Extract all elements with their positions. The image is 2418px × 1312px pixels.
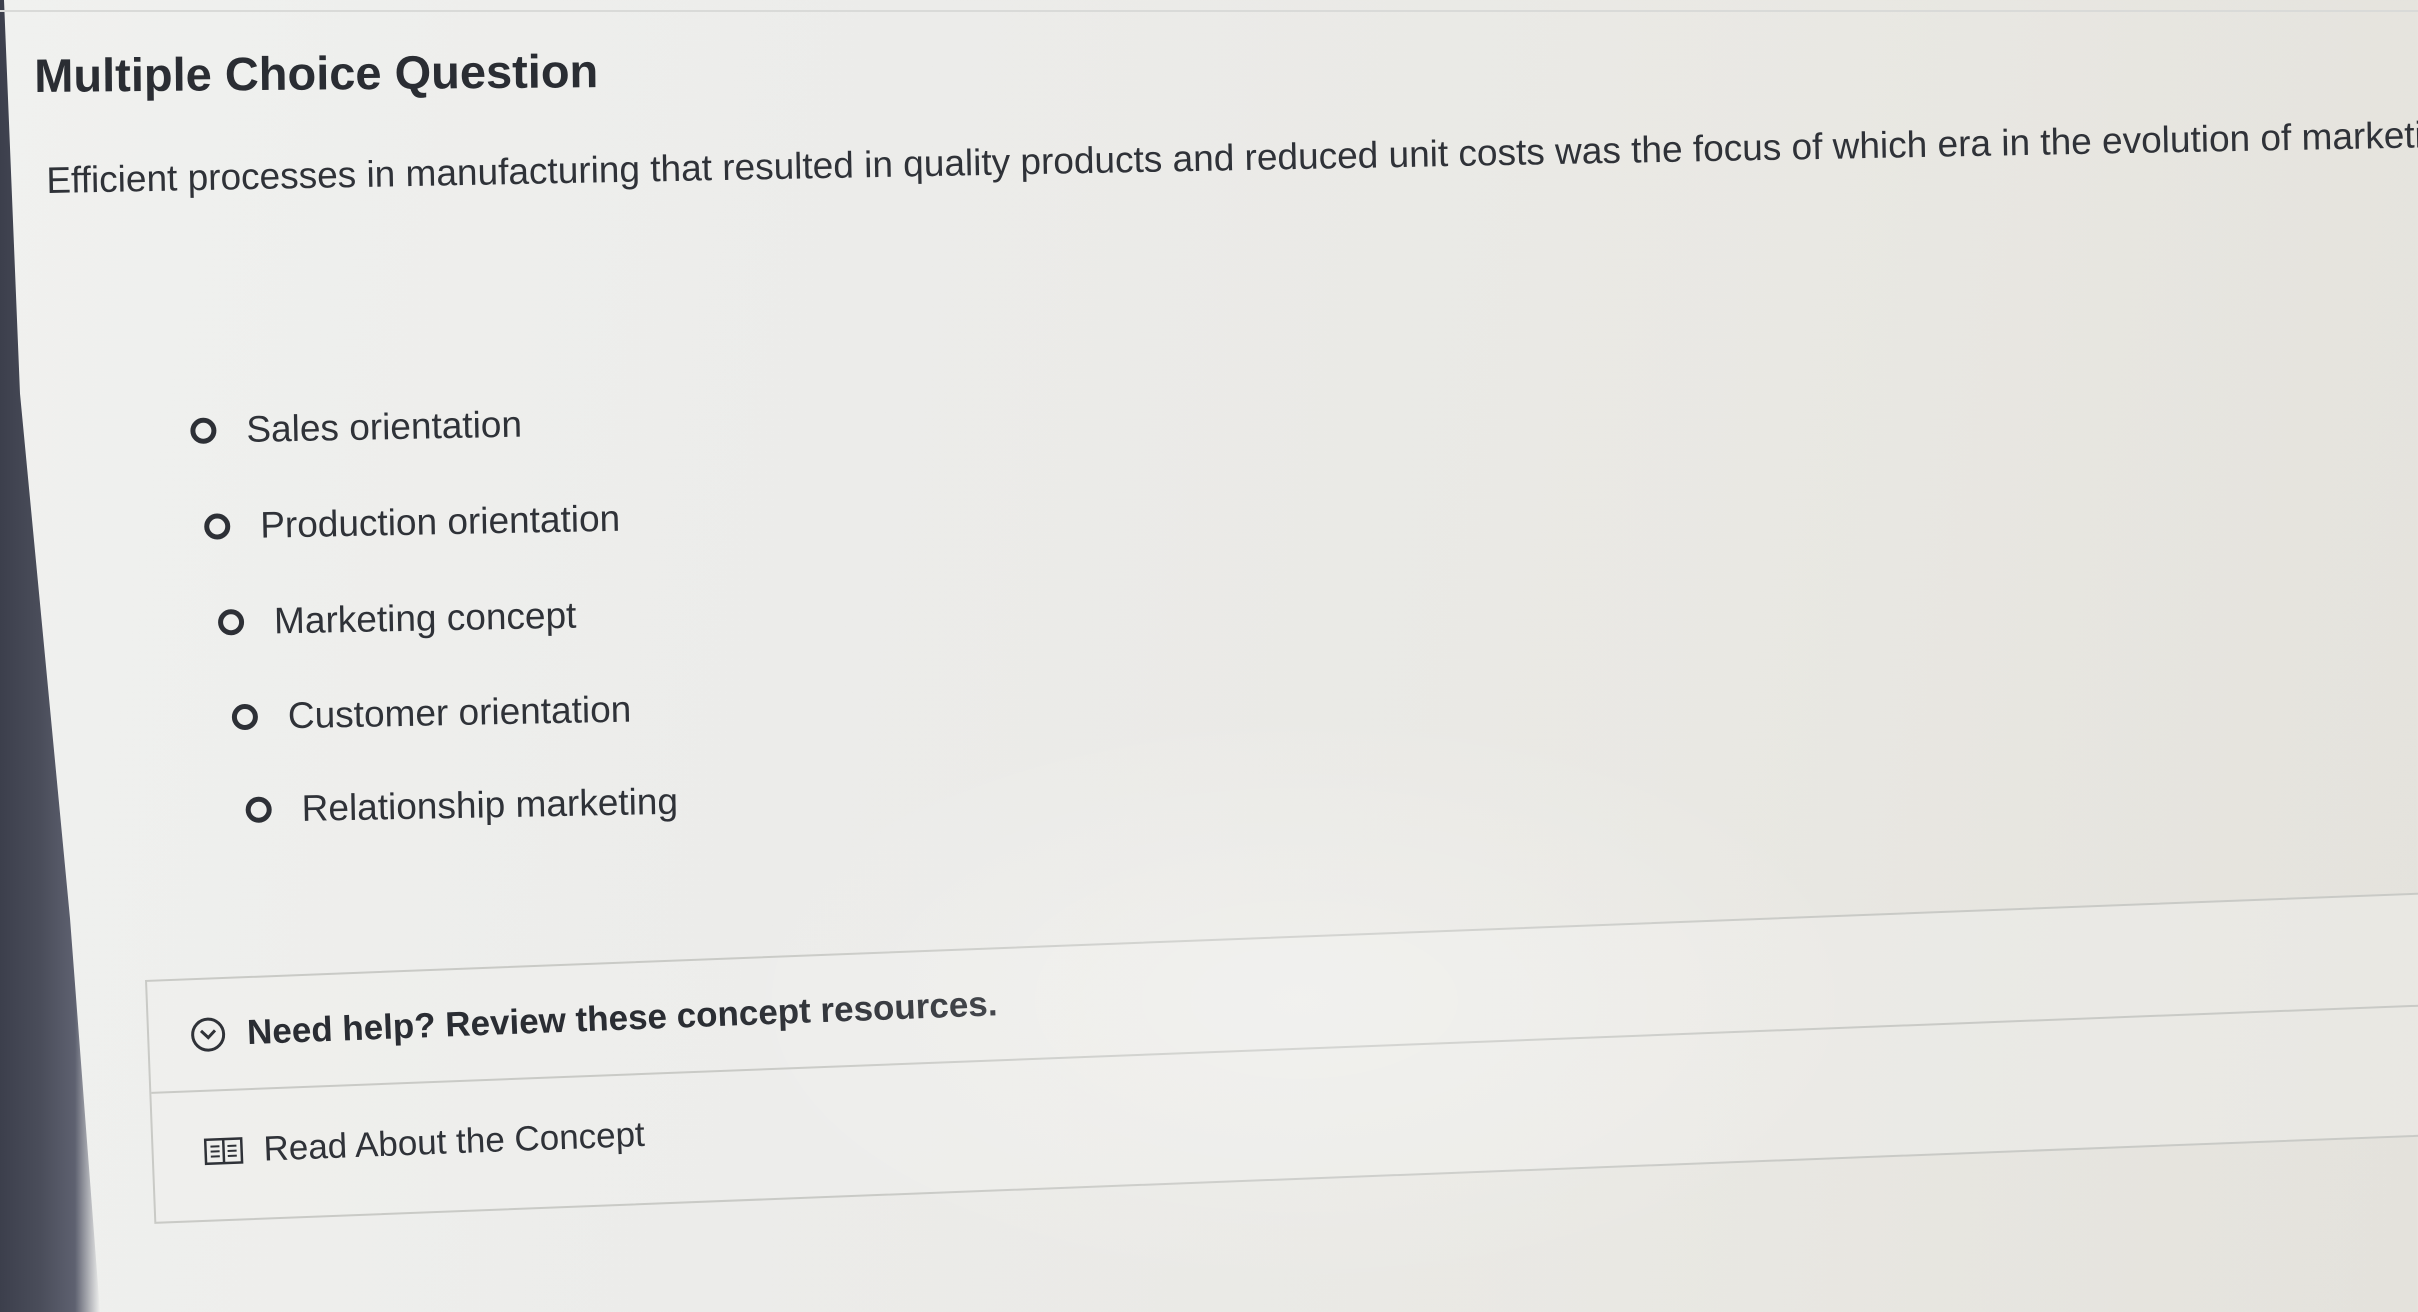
option-sales-orientation[interactable]: Sales orientation	[190, 404, 522, 452]
radio-unselected-icon[interactable]	[231, 703, 259, 731]
radio-unselected-icon[interactable]	[190, 417, 217, 444]
option-production-orientation[interactable]: Production orientation	[203, 497, 621, 548]
concept-resources-panel: Need help? Review these concept resource…	[145, 890, 2418, 1224]
option-relationship-marketing[interactable]: Relationship marketing	[245, 781, 678, 831]
option-label: Marketing concept	[273, 594, 577, 642]
option-label: Sales orientation	[245, 403, 523, 450]
read-about-concept-label: Read About the Concept	[262, 1114, 646, 1169]
radio-unselected-icon[interactable]	[245, 796, 272, 824]
chevron-down-circle-icon[interactable]	[190, 1016, 226, 1053]
book-icon	[203, 1137, 244, 1166]
option-marketing-concept[interactable]: Marketing concept	[217, 594, 577, 644]
option-label: Customer orientation	[287, 688, 632, 737]
question-panel: Multiple Choice Question Efficient proce…	[0, 0, 2418, 1312]
top-divider	[0, 10, 2418, 12]
help-title: Need help? Review these concept resource…	[246, 984, 999, 1053]
page-title: Multiple Choice Question	[34, 44, 599, 102]
option-customer-orientation[interactable]: Customer orientation	[231, 688, 632, 739]
option-label: Production orientation	[259, 497, 621, 546]
question-prompt: Efficient processes in manufacturing tha…	[46, 114, 2418, 201]
option-label: Relationship marketing	[301, 780, 679, 829]
radio-unselected-icon[interactable]	[217, 609, 245, 636]
radio-unselected-icon[interactable]	[203, 513, 231, 540]
